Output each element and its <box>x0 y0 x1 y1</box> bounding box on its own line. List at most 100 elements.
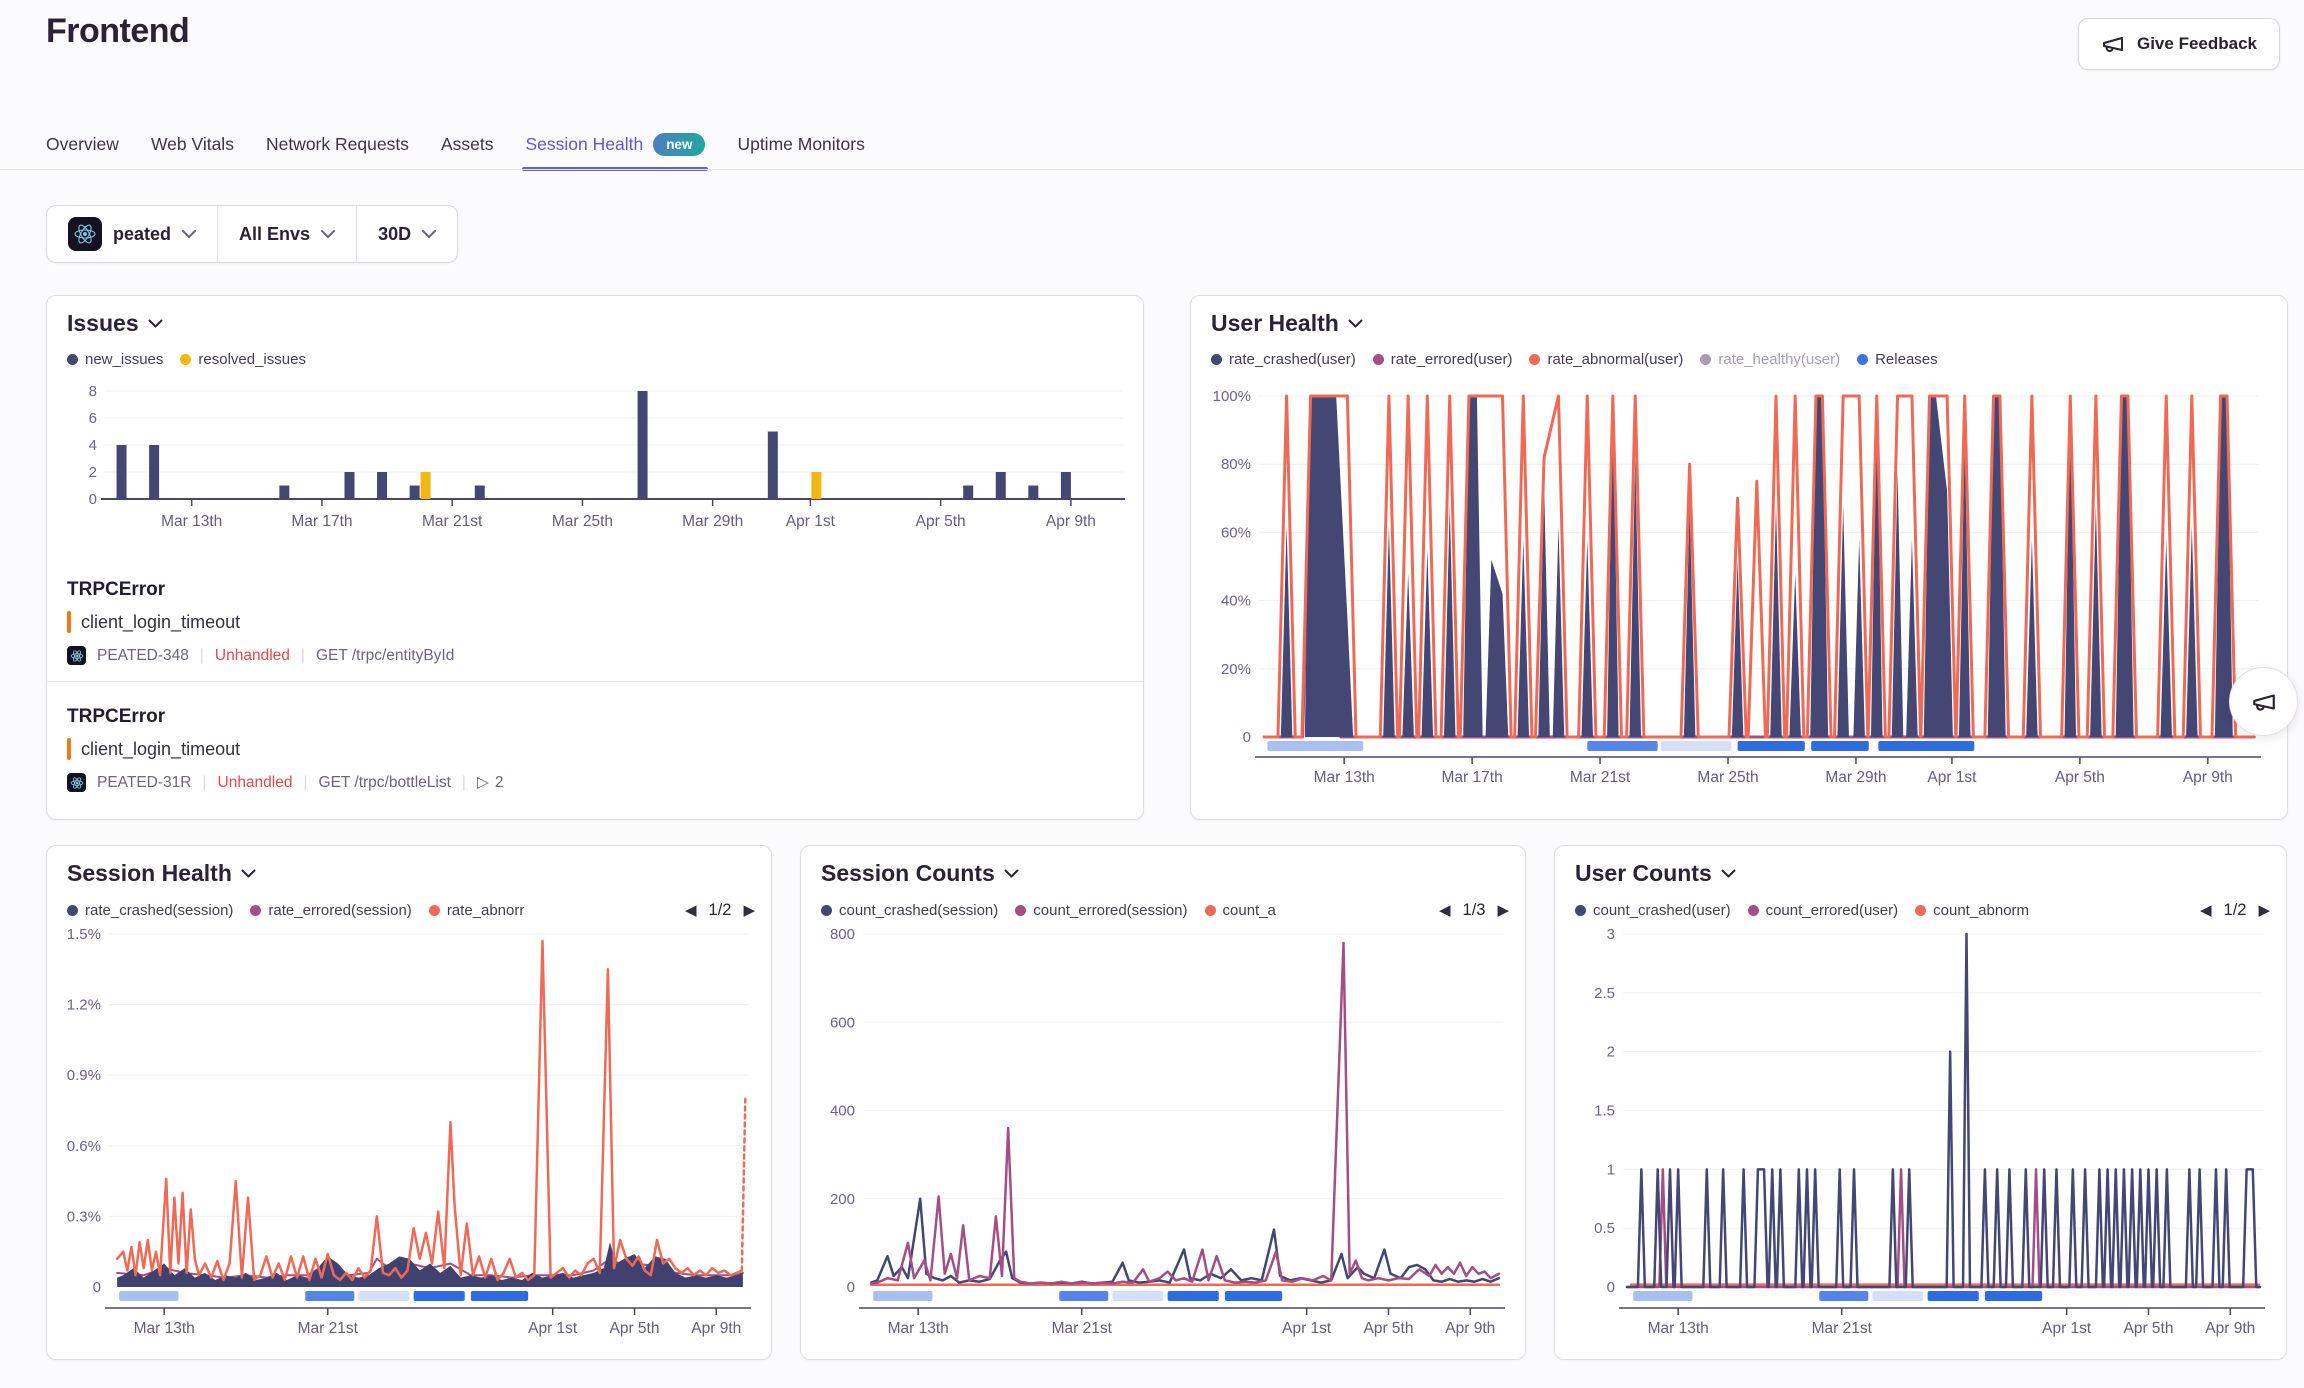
tab-uptime-monitors[interactable]: Uptime Monitors <box>737 118 864 170</box>
tab-label: Uptime Monitors <box>737 134 864 155</box>
legend-pager: ◀ 1/2 ▶ <box>685 901 755 920</box>
environment-filter[interactable]: All Envs <box>217 206 356 262</box>
issues-chart[interactable]: 02468Mar 13thMar 17thMar 21stMar 25thMar… <box>61 374 1129 546</box>
issue-title[interactable]: TRPCError <box>67 579 1123 601</box>
issues-legend: new_issues resolved_issues <box>67 351 1127 368</box>
svg-text:Mar 21st: Mar 21st <box>1812 1320 1873 1337</box>
svg-text:Apr 5th: Apr 5th <box>916 513 966 530</box>
tab-label: Network Requests <box>266 134 409 155</box>
chevron-down-icon <box>1721 869 1736 878</box>
svg-text:3: 3 <box>1607 926 1615 943</box>
svg-text:0.9%: 0.9% <box>67 1067 101 1084</box>
svg-text:Mar 29th: Mar 29th <box>682 513 743 530</box>
legend-item-count_a[interactable]: count_a <box>1205 902 1276 919</box>
issue-short-id: PEATED-348 <box>97 647 189 665</box>
filter-bar: peated All Envs 30D <box>46 205 458 263</box>
legend-item-count_abnorm[interactable]: count_abnorm <box>1915 902 2029 919</box>
chevron-down-icon <box>1348 319 1363 328</box>
user-counts-panel-title[interactable]: User Counts <box>1575 860 1736 887</box>
legend-label: rate_crashed(session) <box>85 902 233 919</box>
legend-dot <box>1015 905 1026 916</box>
replay-count[interactable]: ▷2 <box>477 773 504 792</box>
user-health-panel-title[interactable]: User Health <box>1211 310 1363 337</box>
svg-text:Mar 21st: Mar 21st <box>1052 1320 1113 1337</box>
legend-dot <box>1205 905 1216 916</box>
tab-web-vitals[interactable]: Web Vitals <box>151 118 234 170</box>
svg-text:Mar 21st: Mar 21st <box>422 513 483 530</box>
issue-meta: PEATED-31R | Unhandled | GET /trpc/bottl… <box>67 773 1123 792</box>
give-feedback-button[interactable]: Give Feedback <box>2078 18 2280 70</box>
svg-text:Apr 5th: Apr 5th <box>2123 1320 2173 1337</box>
legend-item-rate_abnorr[interactable]: rate_abnorr <box>429 902 525 919</box>
session-health-panel-title[interactable]: Session Health <box>67 860 256 887</box>
svg-text:0.3%: 0.3% <box>67 1208 101 1225</box>
tab-network-requests[interactable]: Network Requests <box>266 118 409 170</box>
header-divider <box>0 169 2304 170</box>
svg-text:Apr 1st: Apr 1st <box>528 1320 578 1337</box>
issues-panel: Issues new_issuesresolved_issues 02468Ma… <box>46 295 1144 820</box>
svg-text:Apr 9th: Apr 9th <box>1445 1320 1495 1337</box>
legend-item-count_errored(session)[interactable]: count_errored(session) <box>1015 902 1187 919</box>
feedback-fab-button[interactable] <box>2229 667 2298 736</box>
tab-overview[interactable]: Overview <box>46 118 119 170</box>
environment-filter-value: All Envs <box>239 224 310 245</box>
svg-text:60%: 60% <box>1221 524 1251 541</box>
new-badge: new <box>653 133 705 156</box>
legend-item-Releases[interactable]: Releases <box>1857 351 1938 368</box>
legend-item-rate_errored(session)[interactable]: rate_errored(session) <box>250 902 411 919</box>
issues-panel-title[interactable]: Issues <box>67 310 163 337</box>
issue-list-item[interactable]: TRPCError client_login_timeout PEATED-34… <box>67 579 1123 665</box>
legend-label: rate_abnorr <box>447 902 525 919</box>
legend-label: resolved_issues <box>198 351 306 368</box>
legend-dot <box>67 354 78 365</box>
legend-prev-arrow[interactable]: ◀ <box>1439 903 1451 918</box>
legend-prev-arrow[interactable]: ◀ <box>685 903 697 918</box>
legend-prev-arrow[interactable]: ◀ <box>2200 903 2212 918</box>
legend-next-arrow[interactable]: ▶ <box>743 903 755 918</box>
svg-text:Apr 9th: Apr 9th <box>1046 513 1096 530</box>
user-counts-chart[interactable]: 00.511.522.53Mar 13thMar 21stApr 1stApr … <box>1569 922 2272 1347</box>
react-project-icon <box>67 646 86 665</box>
legend-item-resolved_issues[interactable]: resolved_issues <box>180 351 306 368</box>
tab-assets[interactable]: Assets <box>441 118 494 170</box>
legend-item-count_crashed(session)[interactable]: count_crashed(session) <box>821 902 998 919</box>
project-filter[interactable]: peated <box>47 206 217 262</box>
session-counts-chart[interactable]: 0200400600800Mar 13thMar 21stApr 1stApr … <box>815 922 1511 1347</box>
legend-next-arrow[interactable]: ▶ <box>2258 903 2270 918</box>
svg-text:Mar 13th: Mar 13th <box>161 513 222 530</box>
issue-culprit: client_login_timeout <box>67 738 1123 760</box>
svg-text:6: 6 <box>89 410 97 427</box>
legend-dot <box>821 905 832 916</box>
legend-item-rate_abnormal(user)[interactable]: rate_abnormal(user) <box>1529 351 1683 368</box>
legend-next-arrow[interactable]: ▶ <box>1497 903 1509 918</box>
date-range-filter-value: 30D <box>378 224 411 245</box>
legend-item-count_crashed(user)[interactable]: count_crashed(user) <box>1575 902 1731 919</box>
user-health-chart[interactable]: 020%40%60%80%100%Mar 13thMar 17thMar 21s… <box>1205 374 2273 804</box>
svg-text:Mar 13th: Mar 13th <box>888 1320 949 1337</box>
session-counts-panel-title[interactable]: Session Counts <box>821 860 1019 887</box>
unhandled-tag: Unhandled <box>218 774 293 792</box>
legend-dot <box>1700 354 1711 365</box>
tab-session-health[interactable]: Session Health new <box>525 118 705 170</box>
legend-item-rate_healthy(user)[interactable]: rate_healthy(user) <box>1700 351 1840 368</box>
legend-item-rate_crashed(session)[interactable]: rate_crashed(session) <box>67 902 233 919</box>
legend-item-rate_errored(user)[interactable]: rate_errored(user) <box>1373 351 1513 368</box>
play-icon: ▷ <box>477 773 489 792</box>
svg-text:Apr 5th: Apr 5th <box>609 1320 659 1337</box>
panel-title-label: Issues <box>67 310 139 337</box>
react-project-icon <box>68 217 102 251</box>
session-health-chart[interactable]: 00.3%0.6%0.9%1.2%1.5%Mar 13thMar 21stApr… <box>61 922 757 1347</box>
svg-text:1: 1 <box>1607 1161 1615 1178</box>
legend-item-new_issues[interactable]: new_issues <box>67 351 163 368</box>
issue-title[interactable]: TRPCError <box>67 706 1123 728</box>
date-range-filter[interactable]: 30D <box>356 206 457 262</box>
unhandled-tag: Unhandled <box>215 647 290 665</box>
svg-text:Mar 21st: Mar 21st <box>1570 769 1631 786</box>
svg-text:400: 400 <box>830 1103 855 1120</box>
legend-item-rate_crashed(user)[interactable]: rate_crashed(user) <box>1211 351 1356 368</box>
legend-item-count_errored(user)[interactable]: count_errored(user) <box>1748 902 1899 919</box>
user-health-panel: User Health rate_crashed(user) rate_error… <box>1190 295 2288 820</box>
issue-list-item[interactable]: TRPCError client_login_timeout PEATED-31… <box>67 706 1123 792</box>
svg-text:Mar 17th: Mar 17th <box>291 513 352 530</box>
legend-label: rate_errored(user) <box>1391 351 1513 368</box>
